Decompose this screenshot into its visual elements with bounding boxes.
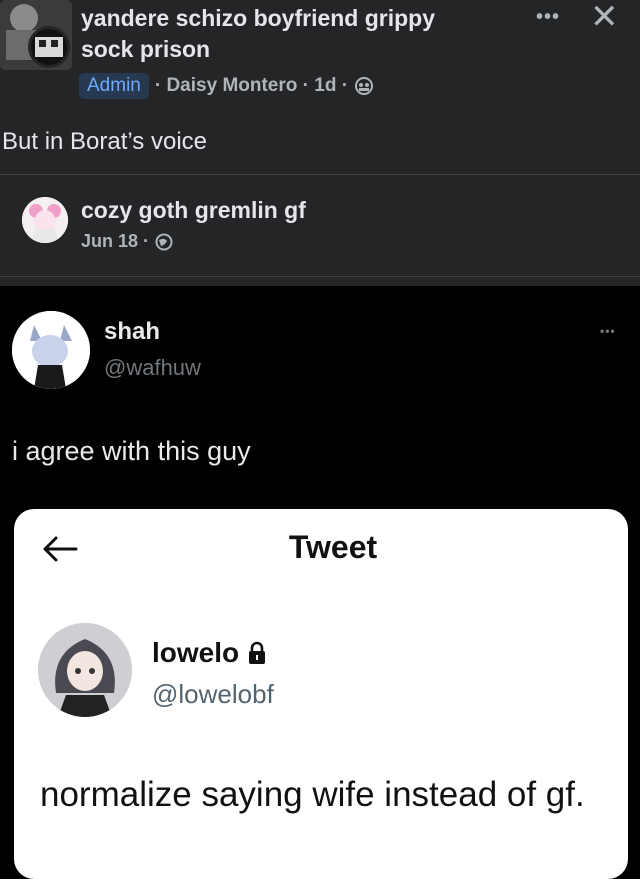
quoted-author-name-row: lowelo — [152, 637, 267, 669]
author-avatar[interactable] — [28, 26, 70, 68]
tweet-author-name[interactable]: shah — [104, 318, 160, 346]
group-title-line2: sock prison — [81, 36, 211, 62]
tweet-page-title: Tweet — [288, 529, 378, 565]
shared-author-avatar-image — [22, 197, 68, 243]
quoted-author-handle: @lowelobf — [152, 679, 274, 709]
lock-icon — [249, 641, 266, 664]
quoted-author-avatar-image — [38, 623, 132, 717]
post-text: But in Borat’s voice — [2, 128, 207, 155]
facebook-post: yandere schizo boyfriend grippy sock pri… — [0, 0, 640, 286]
quoted-author-avatar — [38, 623, 132, 717]
author-and-time[interactable]: · Daisy Montero · 1d · — [155, 75, 348, 97]
shared-post-date: Jun 18 · — [81, 231, 173, 252]
tweet-author-handle[interactable]: @wafhuw — [104, 355, 201, 381]
group-title-line1: yandere schizo boyfriend grippy — [81, 5, 436, 31]
tweet-author-avatar-image — [12, 311, 90, 389]
more-options-button[interactable]: ••• — [536, 6, 560, 29]
group-avatar[interactable] — [0, 0, 72, 70]
group-title[interactable]: yandere schizo boyfriend grippy sock pri… — [81, 3, 481, 65]
close-icon[interactable]: ✕ — [590, 0, 619, 34]
shared-author-name[interactable]: cozy goth gremlin gf — [81, 197, 306, 224]
shared-author-avatar[interactable] — [22, 197, 68, 243]
embedded-tweet-screenshot: Tweet lowelo @lowelobf normalize saying … — [14, 509, 628, 879]
privacy-group-icon — [355, 77, 374, 95]
shared-post-card[interactable]: cozy goth gremlin gf Jun 18 · — [0, 174, 640, 277]
admin-badge: Admin — [79, 73, 149, 99]
tweet-author-avatar[interactable] — [12, 311, 90, 389]
quoted-author-name: lowelo — [152, 637, 240, 668]
author-avatar-image — [35, 37, 63, 57]
shared-date-text[interactable]: Jun 18 · — [81, 231, 149, 252]
post-meta: Admin · Daisy Montero · 1d · — [79, 72, 374, 100]
globe-icon — [155, 233, 173, 250]
tweet-more-button[interactable]: ••• — [600, 324, 616, 338]
tweet-text: i agree with this guy — [12, 436, 251, 466]
quoted-tweet-text: normalize saying wife instead of gf. — [40, 775, 585, 814]
